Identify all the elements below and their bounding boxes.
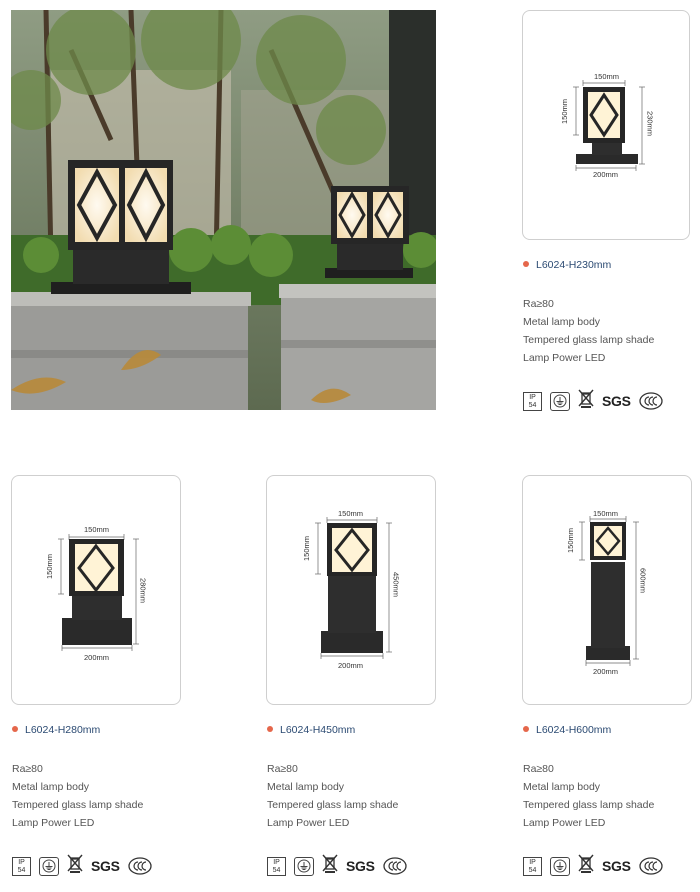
spec-body: Metal lamp body [523,781,601,793]
ccc-icon [639,857,663,875]
spec-body: Metal lamp body [523,316,601,328]
garden-scene-illustration [11,10,436,410]
model-label: L6024-H450mm [267,724,355,736]
product-photo [11,10,436,410]
ccc-icon [383,857,407,875]
spec-shade: Tempered glass lamp shade [523,799,655,811]
dim-base: 200mm [84,653,110,662]
spec-ra: Ra≥80 [267,763,298,775]
dim-base: 200mm [338,661,364,670]
spec-ra: Ra≥80 [12,763,43,775]
ip54-icon: IP 54 [523,856,542,876]
dim-side: 150mm [45,554,54,580]
bullet-dot [267,726,273,732]
bullet-dot [523,726,529,732]
sgs-logo: SGS [602,393,631,409]
spec-list: Ra≥80 Metal lamp body Tempered glass lam… [267,760,398,832]
product-card-h600: 150mm 150mm 600mm 200mm [522,475,692,705]
cert-icons: IP 54 SGS [523,389,663,413]
weee-bin-icon [67,854,83,878]
weee-bin-icon [322,854,338,878]
lamp-diagram [573,80,645,171]
spec-ra: Ra≥80 [523,298,554,310]
weee-bin-icon [578,854,594,878]
dim-height: 230mm [645,111,655,137]
spec-ra: Ra≥80 [523,763,554,775]
sgs-logo: SGS [602,858,631,874]
spec-power: Lamp Power LED [267,817,350,829]
cert-icons: IP 54 SGS [523,854,663,878]
ground-icon [550,856,570,876]
spec-shade: Tempered glass lamp shade [523,334,655,346]
spec-power: Lamp Power LED [12,817,95,829]
ccc-icon [128,857,152,875]
spec-body: Metal lamp body [12,781,90,793]
lamp-diagram [58,534,139,651]
spec-shade: Tempered glass lamp shade [12,799,144,811]
dim-top: 150mm [84,525,110,534]
ground-icon [294,856,314,876]
product-card-h280: 150mm 150mm 280mm 200mm [11,475,181,705]
ground-icon [39,856,59,876]
cert-icons: IP 54 SGS [267,854,407,878]
ip54-icon: IP 54 [267,856,286,876]
spec-power: Lamp Power LED [523,817,606,829]
spec-body: Metal lamp body [267,781,345,793]
dim-side: 150mm [302,536,311,562]
spec-list: Ra≥80 Metal lamp body Tempered glass lam… [523,295,654,367]
dim-side: 150mm [566,528,575,554]
dim-height: 280mm [138,578,148,604]
bullet-dot [12,726,18,732]
model-label: L6024-H280mm [12,724,100,736]
product-card-h230: 150mm 150mm 230mm 200mm [522,10,690,240]
dim-top: 150mm [593,509,619,518]
ccc-icon [639,392,663,410]
sgs-logo: SGS [346,858,375,874]
ip54-icon: IP 54 [523,391,542,411]
cert-icons: IP 54 SGS [12,854,152,878]
dim-top: 150mm [338,509,364,518]
dim-height: 450mm [391,572,401,598]
ground-icon [550,391,570,411]
product-card-h450: 150mm 150mm 450mm 200mm [266,475,436,705]
bullet-dot [523,261,529,267]
spec-shade: Tempered glass lamp shade [267,799,399,811]
model-label: L6024-H230mm [523,259,611,271]
dim-height: 600mm [638,568,648,594]
spec-list: Ra≥80 Metal lamp body Tempered glass lam… [523,760,654,832]
weee-bin-icon [578,389,594,413]
dim-side: 150mm [560,99,569,125]
model-label: L6024-H600mm [523,724,611,736]
spec-list: Ra≥80 Metal lamp body Tempered glass lam… [12,760,143,832]
spec-power: Lamp Power LED [523,352,606,364]
dim-top: 150mm [594,72,620,81]
dim-base: 200mm [593,170,619,179]
sgs-logo: SGS [91,858,120,874]
dim-base: 200mm [593,667,619,676]
ip54-icon: IP 54 [12,856,31,876]
